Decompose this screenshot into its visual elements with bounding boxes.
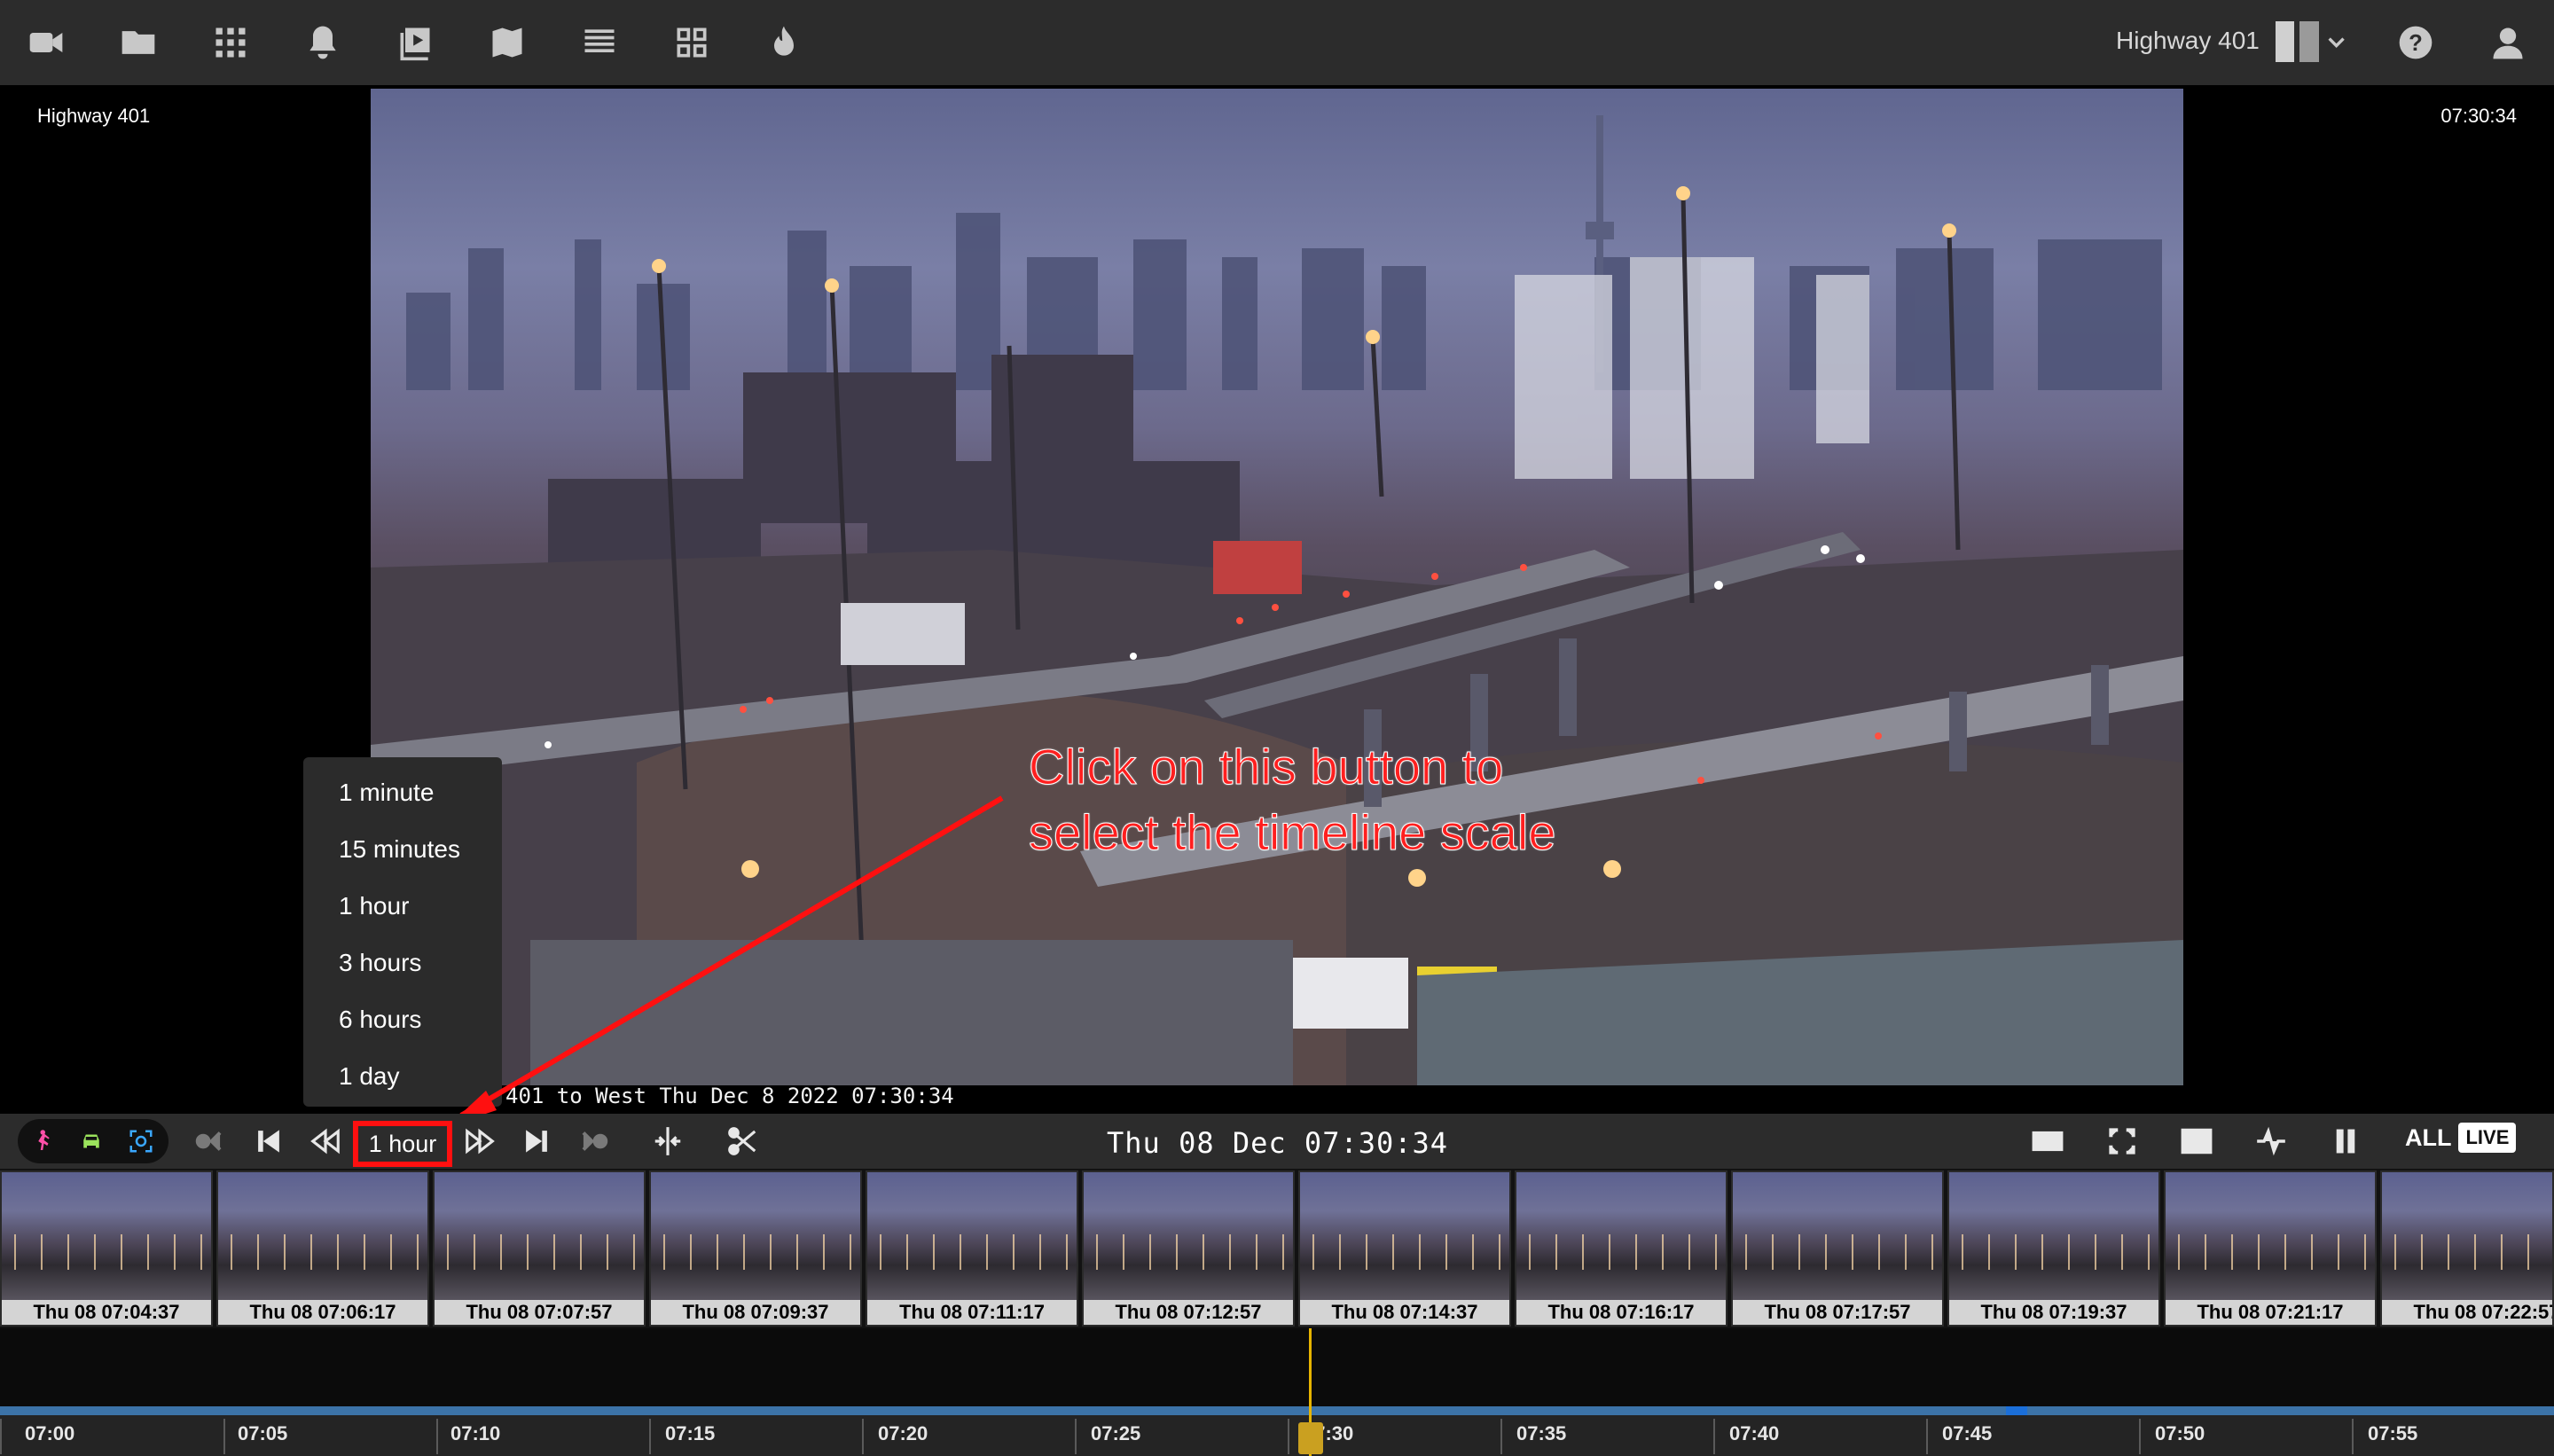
help-icon[interactable]: ? xyxy=(2394,21,2437,64)
video-feed[interactable] xyxy=(371,89,2183,1085)
live-badge[interactable]: LIVE xyxy=(2458,1123,2517,1153)
user-icon[interactable] xyxy=(2487,21,2529,64)
thumbnail[interactable]: Thu 08 07:16:17 xyxy=(1515,1170,1727,1327)
playback-icon[interactable] xyxy=(394,21,436,64)
timeline-label: 07:20 xyxy=(878,1422,928,1444)
svg-text:?: ? xyxy=(2409,31,2423,56)
map-icon[interactable] xyxy=(486,21,529,64)
thumbnail[interactable]: Thu 08 07:21:17 xyxy=(2164,1170,2377,1327)
timeline-label: 07:00 xyxy=(25,1422,75,1444)
video-clock: 07:30:34 xyxy=(2440,105,2517,127)
fast-forward-icon[interactable] xyxy=(459,1121,500,1162)
film-strip-icon[interactable] xyxy=(2027,1121,2068,1162)
pause-icon[interactable] xyxy=(2325,1121,2366,1162)
camera-icon[interactable] xyxy=(25,21,67,64)
thumbnail[interactable]: Thu 08 07:19:37 xyxy=(1947,1170,2160,1327)
video-osd-text: 401 to West Thu Dec 8 2022 07:30:34 xyxy=(505,1084,954,1108)
fire-icon[interactable] xyxy=(763,21,805,64)
all-label[interactable]: ALL xyxy=(2405,1124,2451,1152)
scissors-icon[interactable] xyxy=(722,1121,763,1162)
bell-icon[interactable] xyxy=(302,21,344,64)
timeline-label: 07:45 xyxy=(1942,1422,1993,1444)
thumbnail[interactable]: Thu 08 07:17:57 xyxy=(1731,1170,1944,1327)
chevron-down-icon xyxy=(2328,37,2345,48)
timeline-label: 07:55 xyxy=(2368,1422,2418,1444)
rewind-icon[interactable] xyxy=(305,1121,346,1162)
timeline-label: 07:25 xyxy=(1091,1422,1141,1444)
scale-option-15-minutes[interactable]: 15 minutes xyxy=(339,835,460,864)
timeline-label: 07:40 xyxy=(1729,1422,1780,1444)
thumbnail-strip: Thu 08 07:04:37 Thu 08 07:06:17 Thu 08 0… xyxy=(0,1169,2554,1328)
thumbnail[interactable]: Thu 08 07:07:57 xyxy=(433,1170,646,1327)
grid-apps-icon[interactable] xyxy=(209,21,252,64)
timeline-label: 07:05 xyxy=(238,1422,288,1444)
scale-option-3-hours[interactable]: 3 hours xyxy=(339,949,421,977)
fullscreen-icon[interactable] xyxy=(2102,1121,2143,1162)
timeline[interactable]: 07:00 07:05 07:10 07:15 07:20 07:25 07:3… xyxy=(0,1328,2554,1456)
activity-icon[interactable] xyxy=(2251,1121,2292,1162)
layout-icon xyxy=(2276,21,2295,62)
person-detection-icon[interactable] xyxy=(25,1124,59,1158)
recording-track xyxy=(0,1406,2554,1415)
thumbnail[interactable]: Thu 08 07:14:37 xyxy=(1298,1170,1511,1327)
previous-event-icon[interactable] xyxy=(190,1121,231,1162)
thumbnail[interactable]: Thu 08 07:11:17 xyxy=(866,1170,1078,1327)
folder-icon[interactable] xyxy=(117,21,160,64)
playhead-handle[interactable] xyxy=(1298,1422,1323,1454)
tiles-icon[interactable] xyxy=(670,21,713,64)
motion-detection-icon[interactable] xyxy=(124,1124,158,1158)
camera-name[interactable]: Highway 401 xyxy=(2116,27,2260,55)
thumbnail[interactable]: Thu 08 07:22:57 xyxy=(2380,1170,2554,1327)
skip-to-start-icon[interactable] xyxy=(248,1121,289,1162)
thumbnail[interactable]: Thu 08 07:09:37 xyxy=(649,1170,862,1327)
timeline-label: 07:35 xyxy=(1516,1422,1567,1444)
scale-option-1-minute[interactable]: 1 minute xyxy=(339,779,434,807)
video-camera-label: Highway 401 xyxy=(37,105,151,127)
split-timeline-icon[interactable] xyxy=(647,1121,688,1162)
scale-option-6-hours[interactable]: 6 hours xyxy=(339,1006,421,1034)
timeline-scale-button[interactable]: 1 hour xyxy=(353,1121,452,1167)
vehicle-detection-icon[interactable] xyxy=(74,1124,108,1158)
detection-filter-group xyxy=(18,1119,168,1163)
scale-option-1-hour[interactable]: 1 hour xyxy=(339,892,409,920)
list-icon[interactable] xyxy=(578,21,621,64)
timeline-label: 07:50 xyxy=(2155,1422,2205,1444)
scale-option-1-day[interactable]: 1 day xyxy=(339,1062,400,1091)
city-scene xyxy=(371,115,2183,1085)
next-event-icon[interactable] xyxy=(573,1121,614,1162)
timeline-label: 07:10 xyxy=(450,1422,501,1444)
annotation-text: Click on this button to select the timel… xyxy=(1029,739,1557,861)
top-toolbar: Highway 401 ? xyxy=(0,0,2554,85)
thumbnail[interactable]: Thu 08 07:04:37 xyxy=(0,1170,213,1327)
timeline-scale-menu: 1 minute 15 minutes 1 hour 3 hours 6 hou… xyxy=(303,757,502,1107)
thumbnail[interactable]: Thu 08 07:12:57 xyxy=(1082,1170,1295,1327)
timeline-label: 07:15 xyxy=(665,1422,716,1444)
picture-in-picture-icon[interactable] xyxy=(2176,1121,2217,1162)
layout-selector[interactable] xyxy=(2276,20,2348,64)
skip-to-end-icon[interactable] xyxy=(516,1121,557,1162)
thumbnail[interactable]: Thu 08 07:06:17 xyxy=(216,1170,429,1327)
current-time: Thu 08 Dec 07:30:34 xyxy=(1107,1126,1449,1160)
all-live-toggle[interactable]: ALL LIVE xyxy=(2405,1123,2517,1153)
